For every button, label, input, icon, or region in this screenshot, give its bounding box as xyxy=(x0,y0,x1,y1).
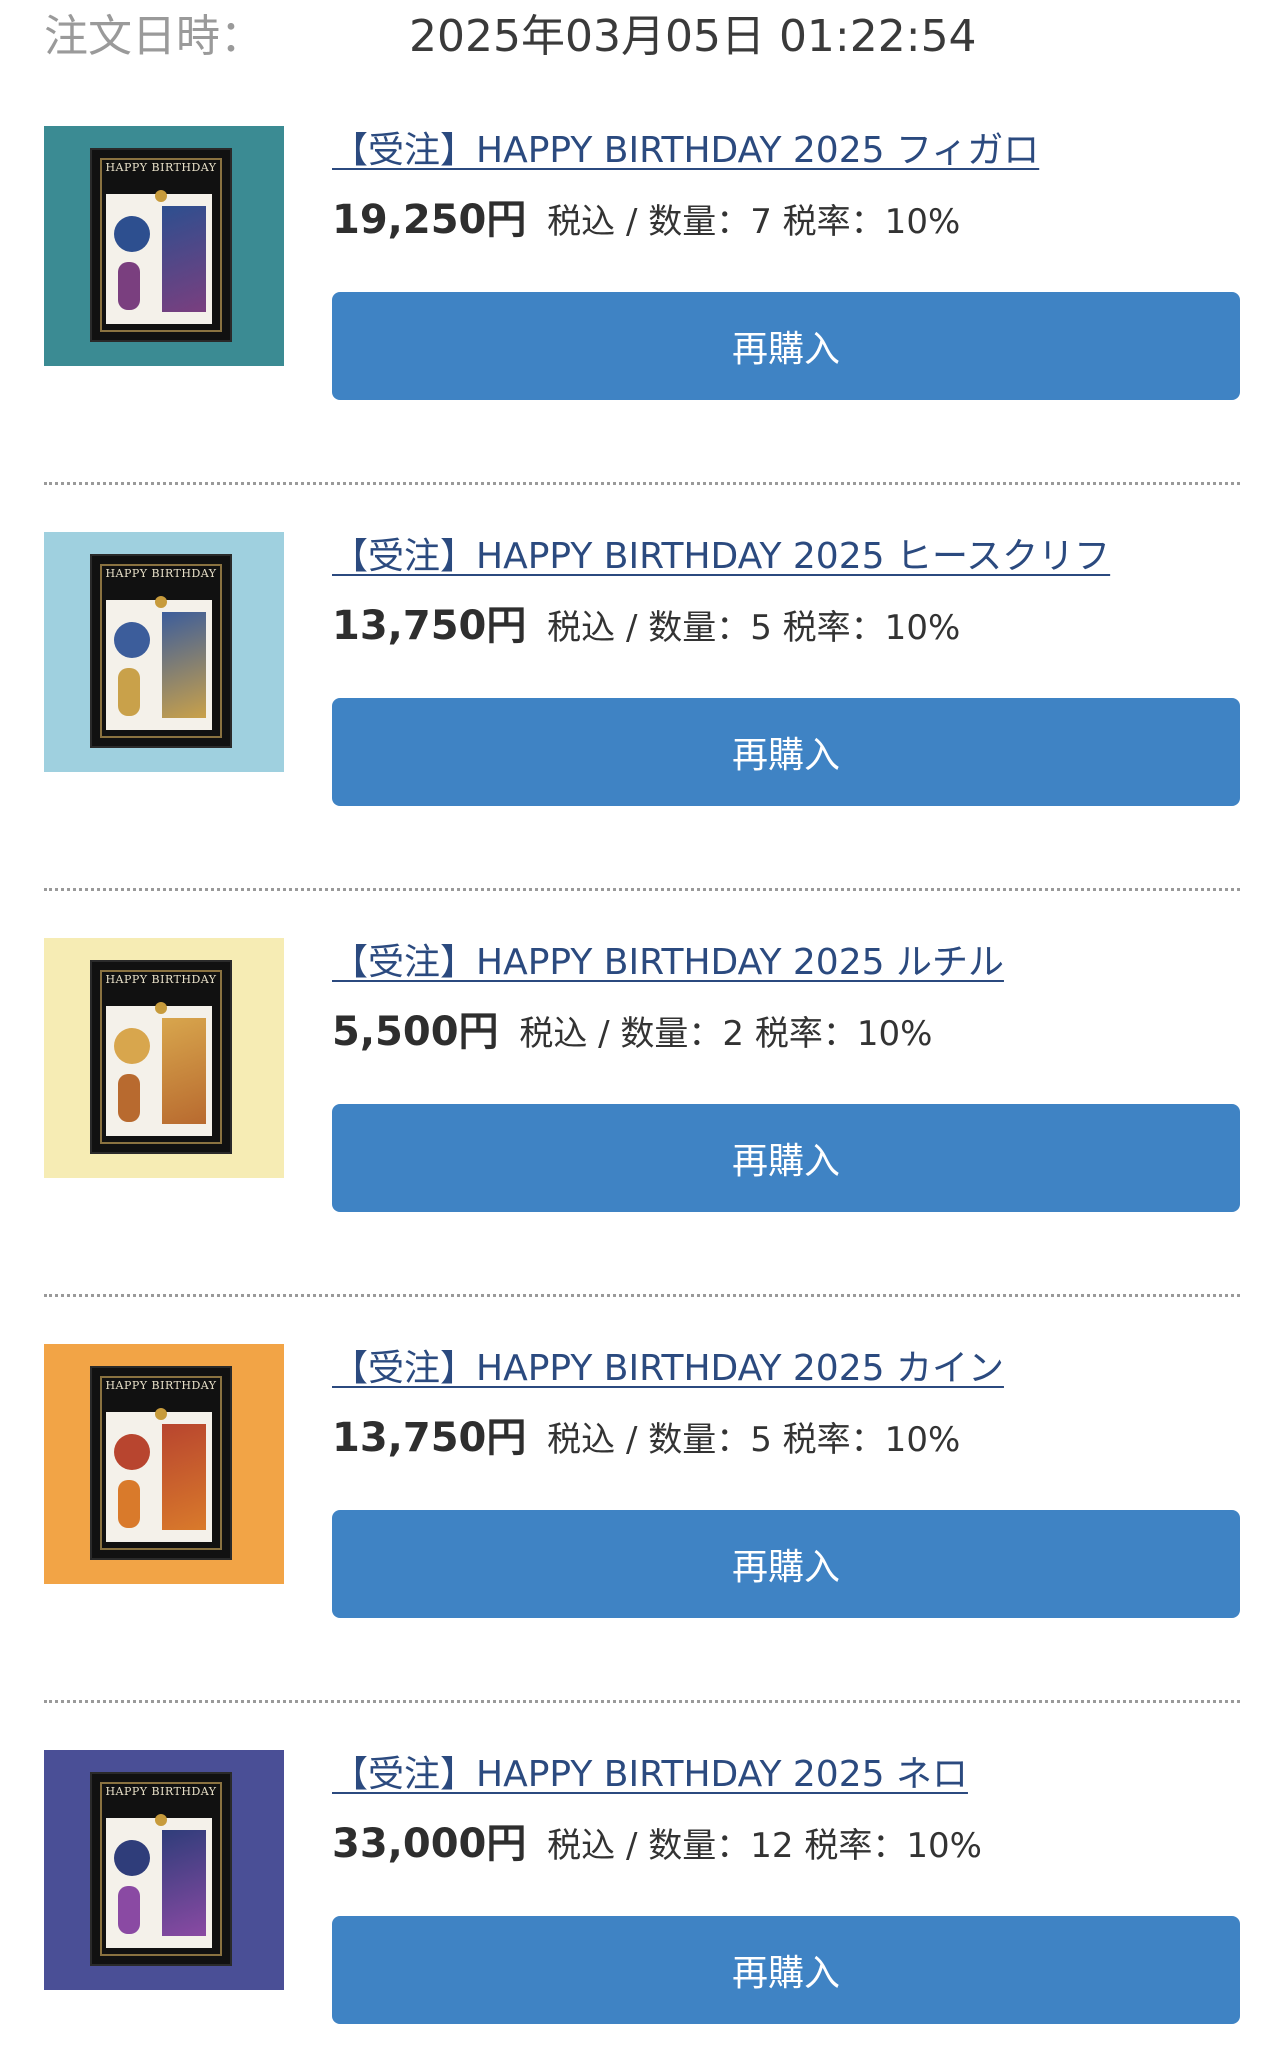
card-medal xyxy=(155,1814,167,1826)
acrylic-stand-image xyxy=(118,262,140,310)
price-detail: 税込 / 数量：5 税率：10% xyxy=(547,608,961,648)
card-title-text: HAPPY BIRTHDAY xyxy=(105,1379,217,1392)
price-detail: 税込 / 数量：7 税率：10% xyxy=(547,202,961,242)
card-poster-image xyxy=(162,1018,206,1124)
card-title-text: HAPPY BIRTHDAY xyxy=(105,973,217,986)
price-line: 13,750円 税込 / 数量：5 税率：10% xyxy=(332,1414,960,1464)
product-thumbnail[interactable]: HAPPY BIRTHDAY xyxy=(44,938,284,1178)
rebuy-button[interactable]: 再購入 xyxy=(332,698,1240,806)
can-badge-image xyxy=(114,216,150,252)
product-thumbnail[interactable]: HAPPY BIRTHDAY xyxy=(44,1750,284,1990)
product-card-art: HAPPY BIRTHDAY xyxy=(92,1368,230,1558)
price-value: 33,000円 xyxy=(332,1821,527,1867)
product-title-link[interactable]: 【受注】HAPPY BIRTHDAY 2025 カイン xyxy=(332,1344,1004,1394)
product-title-link[interactable]: 【受注】HAPPY BIRTHDAY 2025 フィガロ xyxy=(332,126,1039,176)
price-line: 5,500円 税込 / 数量：2 税率：10% xyxy=(332,1008,932,1058)
can-badge-image xyxy=(114,1028,150,1064)
order-item: HAPPY BIRTHDAY 【受注】HAPPY BIRTHDAY 2025 ル… xyxy=(44,938,1240,1258)
order-datetime-row: 注文日時： 2025年03月05日 01:22:54 xyxy=(44,0,1244,64)
price-line: 19,250円 税込 / 数量：7 税率：10% xyxy=(332,196,960,246)
card-poster-image xyxy=(162,206,206,312)
order-item: HAPPY BIRTHDAY 【受注】HAPPY BIRTHDAY 2025 ヒ… xyxy=(44,532,1240,852)
price-value: 19,250円 xyxy=(332,197,527,243)
rebuy-button[interactable]: 再購入 xyxy=(332,1510,1240,1618)
price-detail: 税込 / 数量：5 税率：10% xyxy=(547,1420,961,1460)
card-title-text: HAPPY BIRTHDAY xyxy=(105,161,217,174)
card-medal xyxy=(155,596,167,608)
order-item: HAPPY BIRTHDAY 【受注】HAPPY BIRTHDAY 2025 ネ… xyxy=(44,1750,1240,2070)
order-item: HAPPY BIRTHDAY 【受注】HAPPY BIRTHDAY 2025 カ… xyxy=(44,1344,1240,1664)
card-medal xyxy=(155,1002,167,1014)
product-card-art: HAPPY BIRTHDAY xyxy=(92,1774,230,1964)
product-card-art: HAPPY BIRTHDAY xyxy=(92,556,230,746)
price-value: 13,750円 xyxy=(332,1415,527,1461)
price-value: 13,750円 xyxy=(332,603,527,649)
rebuy-button[interactable]: 再購入 xyxy=(332,292,1240,400)
price-value: 5,500円 xyxy=(332,1009,499,1055)
price-detail: 税込 / 数量：2 税率：10% xyxy=(519,1014,933,1054)
item-divider xyxy=(44,1700,1240,1703)
can-badge-image xyxy=(114,1840,150,1876)
price-line: 33,000円 税込 / 数量：12 税率：10% xyxy=(332,1820,982,1870)
price-line: 13,750円 税込 / 数量：5 税率：10% xyxy=(332,602,960,652)
acrylic-stand-image xyxy=(118,1886,140,1934)
product-thumbnail[interactable]: HAPPY BIRTHDAY xyxy=(44,126,284,366)
product-card-art: HAPPY BIRTHDAY xyxy=(92,150,230,340)
card-medal xyxy=(155,1408,167,1420)
card-title-text: HAPPY BIRTHDAY xyxy=(105,1785,217,1798)
can-badge-image xyxy=(114,622,150,658)
can-badge-image xyxy=(114,1434,150,1470)
card-poster-image xyxy=(162,1830,206,1936)
rebuy-button[interactable]: 再購入 xyxy=(332,1104,1240,1212)
product-card-art: HAPPY BIRTHDAY xyxy=(92,962,230,1152)
product-title-link[interactable]: 【受注】HAPPY BIRTHDAY 2025 ルチル xyxy=(332,938,1004,988)
price-detail: 税込 / 数量：12 税率：10% xyxy=(547,1826,982,1866)
order-item: HAPPY BIRTHDAY 【受注】HAPPY BIRTHDAY 2025 フ… xyxy=(44,126,1240,446)
product-thumbnail[interactable]: HAPPY BIRTHDAY xyxy=(44,532,284,772)
product-thumbnail[interactable]: HAPPY BIRTHDAY xyxy=(44,1344,284,1584)
acrylic-stand-image xyxy=(118,1480,140,1528)
item-divider xyxy=(44,888,1240,891)
order-datetime-label: 注文日時： xyxy=(44,11,264,62)
card-poster-image xyxy=(162,612,206,718)
item-divider xyxy=(44,482,1240,485)
card-poster-image xyxy=(162,1424,206,1530)
item-divider xyxy=(44,1294,1240,1297)
card-medal xyxy=(155,190,167,202)
acrylic-stand-image xyxy=(118,668,140,716)
rebuy-button[interactable]: 再購入 xyxy=(332,1916,1240,2024)
order-datetime-value: 2025年03月05日 01:22:54 xyxy=(409,11,977,62)
acrylic-stand-image xyxy=(118,1074,140,1122)
card-title-text: HAPPY BIRTHDAY xyxy=(105,567,217,580)
product-title-link[interactable]: 【受注】HAPPY BIRTHDAY 2025 ネロ xyxy=(332,1750,968,1800)
product-title-link[interactable]: 【受注】HAPPY BIRTHDAY 2025 ヒースクリフ xyxy=(332,532,1110,582)
